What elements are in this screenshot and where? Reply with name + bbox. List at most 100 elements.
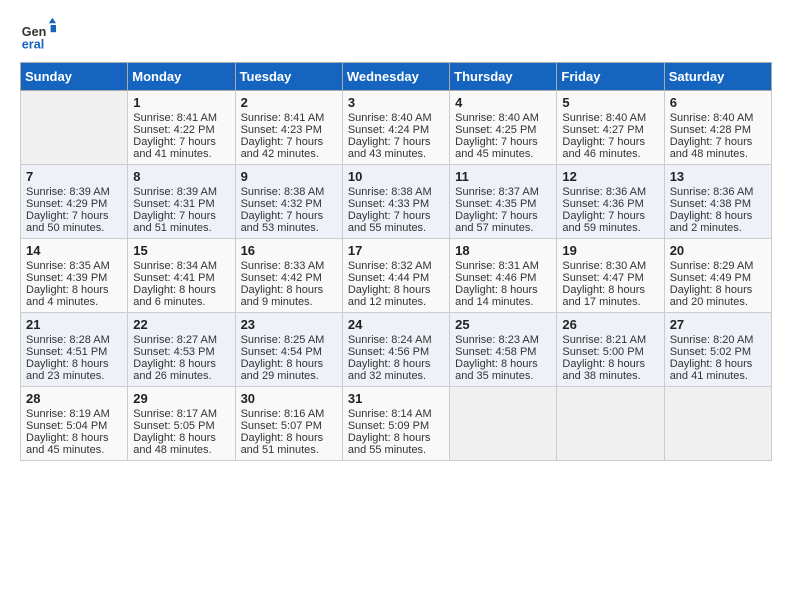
cell-text: and 17 minutes. — [562, 296, 658, 308]
day-number: 1 — [133, 95, 229, 110]
cell-text: Sunrise: 8:16 AM — [241, 408, 337, 420]
day-number: 15 — [133, 243, 229, 258]
cell-text: Sunset: 5:04 PM — [26, 420, 122, 432]
calendar-cell: 16Sunrise: 8:33 AMSunset: 4:42 PMDayligh… — [235, 239, 342, 313]
calendar-cell: 11Sunrise: 8:37 AMSunset: 4:35 PMDayligh… — [450, 165, 557, 239]
cell-text: Daylight: 8 hours — [348, 284, 444, 296]
cell-text: Sunset: 5:02 PM — [670, 346, 766, 358]
cell-text: and 51 minutes. — [241, 444, 337, 456]
cell-text: and 32 minutes. — [348, 370, 444, 382]
calendar-cell — [664, 387, 771, 461]
calendar-week-1: 1Sunrise: 8:41 AMSunset: 4:22 PMDaylight… — [21, 91, 772, 165]
cell-text: and 6 minutes. — [133, 296, 229, 308]
calendar-cell: 26Sunrise: 8:21 AMSunset: 5:00 PMDayligh… — [557, 313, 664, 387]
cell-text: and 51 minutes. — [133, 222, 229, 234]
cell-text: Sunrise: 8:33 AM — [241, 260, 337, 272]
cell-text: Sunset: 4:32 PM — [241, 198, 337, 210]
day-number: 30 — [241, 391, 337, 406]
cell-text: Sunrise: 8:30 AM — [562, 260, 658, 272]
cell-text: Daylight: 7 hours — [241, 136, 337, 148]
cell-text: Sunset: 4:42 PM — [241, 272, 337, 284]
cell-text: Sunrise: 8:36 AM — [670, 186, 766, 198]
day-number: 10 — [348, 169, 444, 184]
day-number: 25 — [455, 317, 551, 332]
calendar-table: SundayMondayTuesdayWednesdayThursdayFrid… — [20, 62, 772, 461]
svg-text:eral: eral — [22, 37, 44, 51]
day-number: 3 — [348, 95, 444, 110]
calendar-cell: 5Sunrise: 8:40 AMSunset: 4:27 PMDaylight… — [557, 91, 664, 165]
cell-text: and 35 minutes. — [455, 370, 551, 382]
cell-text: Sunrise: 8:40 AM — [670, 112, 766, 124]
cell-text: Sunrise: 8:41 AM — [241, 112, 337, 124]
cell-text: Daylight: 8 hours — [241, 432, 337, 444]
calendar-week-5: 28Sunrise: 8:19 AMSunset: 5:04 PMDayligh… — [21, 387, 772, 461]
cell-text: Daylight: 8 hours — [670, 210, 766, 222]
cell-text: Sunrise: 8:28 AM — [26, 334, 122, 346]
cell-text: Daylight: 8 hours — [670, 284, 766, 296]
cell-text: and 46 minutes. — [562, 148, 658, 160]
calendar-cell: 15Sunrise: 8:34 AMSunset: 4:41 PMDayligh… — [128, 239, 235, 313]
calendar-cell: 30Sunrise: 8:16 AMSunset: 5:07 PMDayligh… — [235, 387, 342, 461]
calendar-cell: 3Sunrise: 8:40 AMSunset: 4:24 PMDaylight… — [342, 91, 449, 165]
cell-text: Sunrise: 8:27 AM — [133, 334, 229, 346]
cell-text: Daylight: 7 hours — [670, 136, 766, 148]
cell-text: Daylight: 7 hours — [348, 136, 444, 148]
cell-text: Sunset: 4:33 PM — [348, 198, 444, 210]
cell-text: Daylight: 8 hours — [133, 284, 229, 296]
cell-text: Daylight: 8 hours — [26, 432, 122, 444]
calendar-cell — [450, 387, 557, 461]
calendar-cell: 13Sunrise: 8:36 AMSunset: 4:38 PMDayligh… — [664, 165, 771, 239]
cell-text: Sunrise: 8:40 AM — [348, 112, 444, 124]
cell-text: Sunset: 4:53 PM — [133, 346, 229, 358]
cell-text: and 4 minutes. — [26, 296, 122, 308]
day-number: 27 — [670, 317, 766, 332]
cell-text: Daylight: 8 hours — [26, 284, 122, 296]
calendar-cell: 6Sunrise: 8:40 AMSunset: 4:28 PMDaylight… — [664, 91, 771, 165]
calendar-cell: 7Sunrise: 8:39 AMSunset: 4:29 PMDaylight… — [21, 165, 128, 239]
day-number: 14 — [26, 243, 122, 258]
cell-text: Sunset: 4:23 PM — [241, 124, 337, 136]
cell-text: Sunrise: 8:38 AM — [348, 186, 444, 198]
day-header-saturday: Saturday — [664, 63, 771, 91]
cell-text: Sunset: 4:47 PM — [562, 272, 658, 284]
cell-text: Daylight: 7 hours — [133, 136, 229, 148]
cell-text: Daylight: 8 hours — [133, 358, 229, 370]
cell-text: Daylight: 7 hours — [241, 210, 337, 222]
day-number: 19 — [562, 243, 658, 258]
cell-text: Sunrise: 8:20 AM — [670, 334, 766, 346]
cell-text: and 43 minutes. — [348, 148, 444, 160]
cell-text: and 55 minutes. — [348, 444, 444, 456]
cell-text: Sunset: 4:31 PM — [133, 198, 229, 210]
cell-text: Daylight: 7 hours — [26, 210, 122, 222]
calendar-cell: 23Sunrise: 8:25 AMSunset: 4:54 PMDayligh… — [235, 313, 342, 387]
logo: Gen eral — [20, 16, 60, 52]
cell-text: Sunrise: 8:36 AM — [562, 186, 658, 198]
day-number: 21 — [26, 317, 122, 332]
cell-text: Daylight: 8 hours — [241, 358, 337, 370]
cell-text: Sunset: 4:54 PM — [241, 346, 337, 358]
cell-text: Sunrise: 8:39 AM — [26, 186, 122, 198]
cell-text: Daylight: 8 hours — [670, 358, 766, 370]
calendar-cell: 1Sunrise: 8:41 AMSunset: 4:22 PMDaylight… — [128, 91, 235, 165]
day-number: 23 — [241, 317, 337, 332]
day-number: 6 — [670, 95, 766, 110]
cell-text: Daylight: 8 hours — [562, 358, 658, 370]
day-number: 26 — [562, 317, 658, 332]
cell-text: Daylight: 8 hours — [455, 284, 551, 296]
cell-text: Sunrise: 8:23 AM — [455, 334, 551, 346]
calendar-cell: 10Sunrise: 8:38 AMSunset: 4:33 PMDayligh… — [342, 165, 449, 239]
day-number: 22 — [133, 317, 229, 332]
cell-text: and 53 minutes. — [241, 222, 337, 234]
cell-text: Sunset: 4:41 PM — [133, 272, 229, 284]
cell-text: Sunset: 4:38 PM — [670, 198, 766, 210]
cell-text: and 38 minutes. — [562, 370, 658, 382]
cell-text: and 45 minutes. — [455, 148, 551, 160]
cell-text: Daylight: 8 hours — [133, 432, 229, 444]
cell-text: and 29 minutes. — [241, 370, 337, 382]
cell-text: Sunset: 4:27 PM — [562, 124, 658, 136]
cell-text: and 57 minutes. — [455, 222, 551, 234]
cell-text: Daylight: 7 hours — [562, 210, 658, 222]
cell-text: Sunset: 4:22 PM — [133, 124, 229, 136]
day-header-wednesday: Wednesday — [342, 63, 449, 91]
calendar-cell: 19Sunrise: 8:30 AMSunset: 4:47 PMDayligh… — [557, 239, 664, 313]
